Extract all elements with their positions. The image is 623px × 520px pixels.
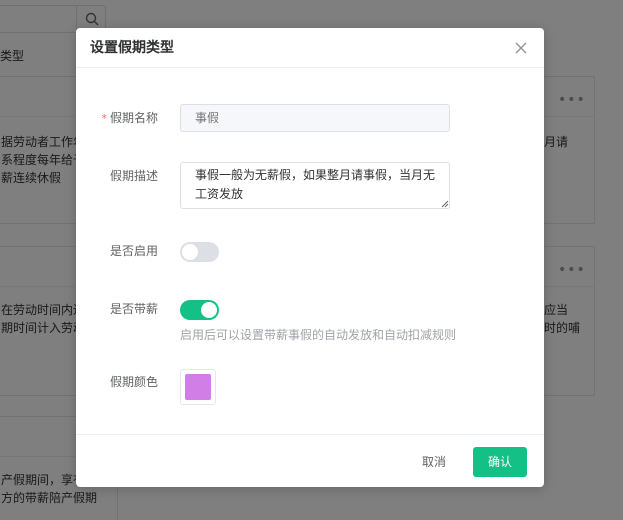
required-mark: * xyxy=(101,112,107,125)
resize-grip-icon[interactable] xyxy=(441,200,449,208)
close-icon[interactable] xyxy=(513,40,529,56)
leave-description-textarea[interactable] xyxy=(180,162,450,209)
dialog-title: 设置假期类型 xyxy=(90,40,174,56)
field-color-label: 假期颜色 xyxy=(109,375,158,389)
dialog-footer: 取消 确认 xyxy=(76,434,544,487)
leave-type-dialog: 设置假期类型 *假期名称 假期描述 是否启用 是否带薪 启用后可以设置带薪事假的… xyxy=(76,28,544,487)
field-name-label: * 假期名称 xyxy=(101,111,158,125)
paid-hint-text: 启用后可以设置带薪事假的自动发放和自动扣减规则 xyxy=(180,328,457,342)
switch-knob xyxy=(182,244,198,260)
cancel-button[interactable]: 取消 xyxy=(409,447,459,477)
confirm-button[interactable]: 确认 xyxy=(473,447,527,477)
field-enabled-label: 是否启用 xyxy=(109,244,158,258)
enabled-switch[interactable] xyxy=(180,242,219,262)
paid-switch[interactable] xyxy=(180,300,219,320)
color-picker[interactable] xyxy=(180,369,216,405)
dialog-header: 设置假期类型 xyxy=(76,28,544,68)
field-description-label: 假期描述 xyxy=(109,169,158,183)
switch-knob xyxy=(201,302,217,318)
leave-name-input[interactable] xyxy=(180,104,450,132)
field-paid-label: 是否带薪 xyxy=(109,302,158,316)
color-swatch xyxy=(185,374,211,400)
